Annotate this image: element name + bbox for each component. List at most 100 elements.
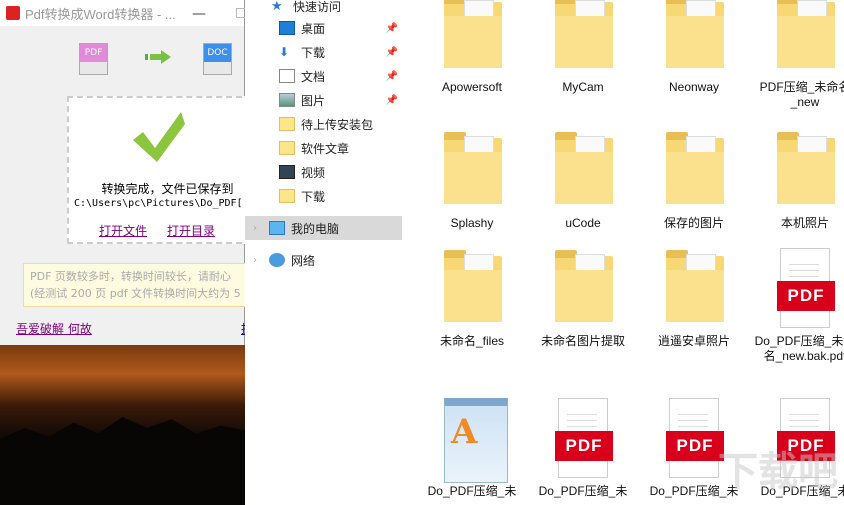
folder-icon bbox=[777, 132, 835, 204]
file-name: PDF压缩_未命名_new bbox=[759, 80, 844, 109]
chevron-right-icon: › bbox=[253, 222, 257, 234]
pin-icon[interactable]: 📌 bbox=[386, 23, 398, 34]
nav-item[interactable]: 待上传安装包 bbox=[245, 112, 402, 136]
nav-label: 视频 bbox=[301, 165, 326, 180]
nav-item[interactable]: 软件文章 bbox=[245, 136, 402, 160]
nav-label: 软件文章 bbox=[301, 141, 350, 156]
watermark: 下载吧 bbox=[718, 449, 838, 495]
file-name: MyCam bbox=[562, 80, 604, 94]
desktop-background bbox=[0, 345, 245, 505]
pin-icon[interactable]: 📌 bbox=[386, 47, 398, 58]
file-item[interactable]: 本机照片 bbox=[750, 130, 844, 231]
folder-icon bbox=[279, 117, 295, 131]
file-name: Do_PDF压缩_未 bbox=[427, 484, 517, 498]
nav-item[interactable]: ⬇ 下载 📌 bbox=[245, 40, 402, 64]
folder-icon bbox=[555, 0, 613, 68]
video-icon bbox=[279, 165, 295, 179]
nav-label: 下载 bbox=[301, 189, 326, 204]
app-logo-icon bbox=[6, 6, 20, 20]
download-icon: ⬇ bbox=[279, 45, 290, 59]
folder-icon bbox=[444, 132, 502, 204]
nav-label: 网络 bbox=[291, 253, 316, 268]
arrow-right-icon bbox=[145, 50, 171, 64]
folder-icon bbox=[279, 141, 295, 155]
pdf-icon: PDF bbox=[555, 398, 613, 478]
nav-item[interactable]: 视频 bbox=[245, 160, 402, 184]
minimize-button[interactable]: — bbox=[192, 6, 206, 22]
file-item[interactable]: Neonway bbox=[639, 0, 749, 95]
nav-item[interactable]: 图片 📌 bbox=[245, 88, 402, 112]
navigation-pane: ★ 快速访问 桌面 📌 ⬇ 下载 📌 文档 📌 图片 📌 待上传安装包 软件文章 视频 下载 › 我的电脑 … bbox=[245, 0, 405, 505]
nav-item[interactable]: 桌面 📌 bbox=[245, 16, 402, 40]
doc-file-icon: DOC bbox=[203, 43, 232, 75]
file-name: Neonway bbox=[668, 80, 720, 94]
file-item[interactable]: A Do_PDF压缩_未 bbox=[417, 398, 527, 499]
nav-label: 下载 bbox=[301, 45, 326, 60]
output-path: C:\Users\pc\Pictures\Do_PDF[ bbox=[74, 198, 243, 209]
pdf-icon: PDF bbox=[777, 248, 835, 328]
pdf-converter-window: Pdf转换成Word转换器 - ... — PDF DOC 转换完成，文件已保存… bbox=[0, 0, 253, 345]
pin-icon[interactable]: 📌 bbox=[386, 95, 398, 106]
file-item[interactable]: PDF压缩_未命名_new bbox=[750, 0, 844, 110]
result-panel: 转换完成，文件已保存到 C:\Users\pc\Pictures\Do_PDF[… bbox=[67, 96, 252, 244]
folder-icon bbox=[666, 0, 724, 68]
open-folder-link[interactable]: 打开目录 bbox=[167, 222, 215, 239]
folder-icon bbox=[777, 0, 835, 68]
file-name: 未命名图片提取 bbox=[540, 334, 625, 348]
pdf-icon: PDF bbox=[666, 398, 724, 478]
file-list: Apowersoft MyCam Neonway PDF压缩_未命名_new Splas… bbox=[405, 0, 844, 505]
file-item[interactable]: Apowersoft bbox=[417, 0, 527, 95]
computer-icon bbox=[269, 221, 285, 235]
nav-label: 待上传安装包 bbox=[301, 117, 374, 132]
folder-icon bbox=[666, 132, 724, 204]
nav-label: 文档 bbox=[301, 69, 326, 84]
network-icon bbox=[269, 253, 285, 267]
file-item[interactable]: 未命名_files bbox=[417, 248, 527, 349]
nav-this-pc[interactable]: › 我的电脑 bbox=[245, 216, 402, 240]
file-name: Do_PDF压缩_未 bbox=[538, 484, 628, 498]
file-name: Do_PDF压缩_未命名_new.bak.pdf bbox=[754, 334, 844, 363]
pin-icon[interactable]: 📌 bbox=[386, 71, 398, 82]
nav-item[interactable]: 下载 bbox=[245, 184, 402, 208]
file-item[interactable]: uCode bbox=[528, 130, 638, 231]
folder-icon bbox=[666, 250, 724, 322]
folder-icon bbox=[279, 189, 295, 203]
nav-label: 快速访问 bbox=[293, 0, 342, 14]
wordpad-document-icon: A bbox=[444, 398, 508, 483]
file-name: 未命名_files bbox=[439, 334, 504, 348]
file-item[interactable]: MyCam bbox=[528, 0, 638, 95]
file-name: uCode bbox=[565, 216, 601, 230]
note-line: PDF 页数较多时，转换时间较长，请耐心 bbox=[30, 270, 231, 283]
info-note: PDF 页数较多时，转换时间较长，请耐心 (经测试 200 页 pdf 文件转换… bbox=[23, 263, 253, 307]
file-name: 本机照片 bbox=[780, 216, 829, 230]
file-item[interactable]: 未命名图片提取 bbox=[528, 248, 638, 349]
nav-item[interactable]: 文档 📌 bbox=[245, 64, 402, 88]
pictures-icon bbox=[279, 93, 295, 107]
file-item[interactable]: 保存的图片 bbox=[639, 130, 749, 231]
folder-icon bbox=[444, 250, 502, 322]
file-name: 逍遥安卓照片 bbox=[657, 334, 730, 348]
file-item[interactable]: Splashy bbox=[417, 130, 527, 231]
title-bar: Pdf转换成Word转换器 - ... bbox=[0, 0, 244, 26]
footer-link[interactable]: 吾爱破解 何故 bbox=[16, 320, 92, 337]
window-title: Pdf转换成Word转换器 - ... bbox=[25, 6, 176, 22]
file-item[interactable]: PDF Do_PDF压缩_未命名_new.bak.pdf bbox=[750, 248, 844, 364]
folder-icon bbox=[444, 0, 502, 68]
nav-label: 桌面 bbox=[301, 21, 326, 36]
star-icon: ★ bbox=[271, 0, 283, 14]
folder-icon bbox=[555, 132, 613, 204]
document-icon bbox=[279, 69, 295, 83]
file-item[interactable]: PDF Do_PDF压缩_未 bbox=[528, 398, 638, 499]
file-name: Splashy bbox=[450, 216, 494, 230]
file-item[interactable]: 逍遥安卓照片 bbox=[639, 248, 749, 349]
checkmark-icon bbox=[133, 112, 185, 162]
nav-label: 图片 bbox=[301, 93, 326, 108]
nav-network[interactable]: › 网络 bbox=[245, 248, 402, 272]
desktop-icon bbox=[279, 21, 295, 35]
folder-icon bbox=[555, 250, 613, 322]
pdf-file-icon: PDF bbox=[79, 43, 108, 75]
note-line: (经测试 200 页 pdf 文件转换时间大约为 5 bbox=[30, 287, 241, 300]
file-name: Apowersoft bbox=[441, 80, 503, 94]
open-file-link[interactable]: 打开文件 bbox=[99, 222, 147, 239]
file-name: 保存的图片 bbox=[663, 216, 724, 230]
